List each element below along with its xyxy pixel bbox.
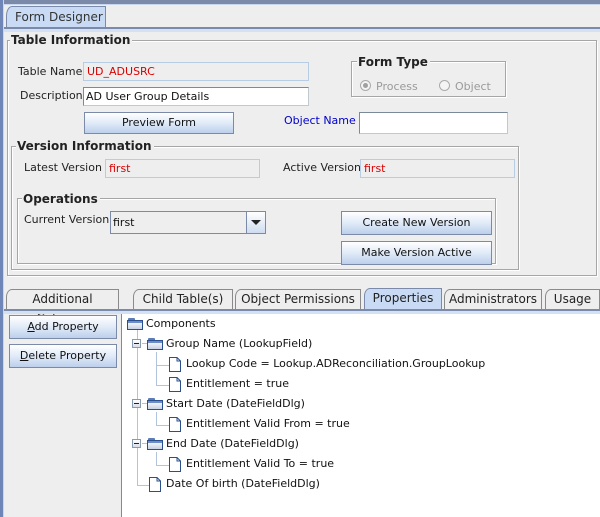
current-version-value: first [113,216,135,229]
tree-node-label: Entitlement = true [186,377,289,390]
tree-node[interactable]: Components [127,317,427,333]
tab-usage[interactable]: Usage [545,289,600,309]
window-left-border-highlight [3,0,4,517]
active-version-field: first [360,159,515,178]
add-property-mnemonic: A [27,320,35,333]
tree-node-label: Entitlement Valid To = true [186,457,335,470]
description-label: Description [20,89,83,102]
folder-icon [147,438,163,450]
delete-property-label: elete Property [28,349,107,362]
tree-node[interactable]: Start Date (DateFieldDlg) [147,397,447,413]
tree-connector [156,412,157,425]
window-top-border [0,0,600,5]
form-type-title: Form Type [357,55,430,69]
document-icon [169,457,181,472]
tab-administrators[interactable]: Administrators [444,289,542,309]
document-icon [169,417,181,432]
tree-node[interactable]: End Date (DateFieldDlg) [147,437,447,453]
collapse-icon[interactable] [132,339,141,348]
collapse-icon[interactable] [132,399,141,408]
tree-node-label: End Date (DateFieldDlg) [166,437,299,450]
dropdown-arrow-button[interactable] [246,212,265,233]
tree-node-label: Start Date (DateFieldDlg) [166,397,305,410]
tree-connector [156,425,169,426]
table-name-label: Table Name [18,65,83,78]
process-radio[interactable] [360,80,371,91]
tab-object-permissions[interactable]: Object Permissions [235,289,361,309]
delete-property-button[interactable]: Delete Property [9,344,117,368]
chevron-down-icon [251,220,261,225]
tree-node-label: Components [146,317,216,330]
preview-form-button[interactable]: Preview Form [84,112,234,134]
tree-node-label: Group Name (LookupField) [166,337,313,350]
folder-icon [127,318,143,330]
latest-version-field: first [105,159,260,178]
document-icon [149,477,161,492]
tree-connector [156,465,169,466]
make-version-active-button[interactable]: Make Version Active [341,241,492,265]
description-input[interactable]: AD User Group Details [83,87,309,106]
object-name-label: Object Name [284,114,356,127]
tree-node-label: Date Of birth (DateFieldDlg) [166,477,320,490]
collapse-icon[interactable] [132,439,141,448]
tree-node[interactable]: Lookup Code = Lookup.ADReconciliation.Gr… [169,357,569,373]
tree-node[interactable]: Date Of birth (DateFieldDlg) [149,477,449,493]
tab-properties[interactable]: Properties [364,288,442,310]
create-new-version-button[interactable]: Create New Version [341,211,492,235]
table-name-field: UD_ADUSRC [83,62,309,81]
add-property-label: dd Property [34,320,99,333]
table-information-title: Table Information [10,33,133,47]
tree-node-label: Entitlement Valid From = true [186,417,350,430]
latest-version-label: Latest Version [24,161,102,174]
document-icon [169,377,181,392]
add-property-button[interactable]: Add Property [9,315,117,339]
tree-connector [156,452,157,465]
tree-connector [156,352,157,385]
tree-node[interactable]: Entitlement = true [169,377,469,393]
tree-connector [137,485,149,486]
current-version-dropdown[interactable]: first [110,211,266,234]
tree-connector [156,385,169,386]
document-icon [169,357,181,372]
tab-child-tables[interactable]: Child Table(s) [133,289,233,309]
tree-node-label: Lookup Code = Lookup.ADReconciliation.Gr… [186,357,486,370]
tab-form-designer[interactable]: Form Designer [6,6,106,28]
active-version-label: Active Version [283,161,361,174]
version-information-title: Version Information [16,139,154,153]
tab-underline-highlight [4,29,600,32]
tree-connector [156,365,169,366]
operations-title: Operations [22,192,100,206]
tree-node[interactable]: Group Name (LookupField) [147,337,447,353]
object-radio[interactable] [439,80,450,91]
tab-additional-columns[interactable]: Additional Columns [6,289,119,325]
object-radio-label: Object [455,80,491,93]
process-radio-label: Process [376,80,418,93]
tree-node[interactable]: Entitlement Valid To = true [169,457,469,473]
components-tree[interactable]: Components Group Name (LookupField) Look… [121,314,600,517]
folder-icon [147,398,163,410]
tree-node[interactable]: Entitlement Valid From = true [169,417,469,433]
folder-icon [147,338,163,350]
object-name-input[interactable] [359,112,508,134]
current-version-label: Current Version [24,213,110,226]
